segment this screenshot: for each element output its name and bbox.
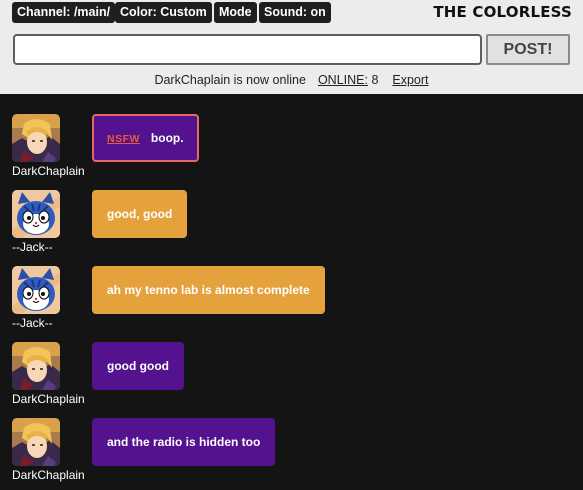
message-input[interactable]	[13, 34, 482, 65]
chat-message: DarkChaplain good good	[0, 342, 583, 412]
message-username[interactable]: --Jack--	[12, 316, 53, 330]
message-bubble: good good	[92, 342, 184, 390]
anime-character-avatar-icon[interactable]	[12, 114, 60, 162]
message-bubble: good, good	[92, 190, 188, 238]
color-button[interactable]: Color: Custom	[115, 2, 212, 23]
status-line: DarkChaplain is now online ONLINE: 8 Expor…	[0, 73, 583, 87]
message-bubble: and the radio is hidden too	[92, 418, 276, 466]
online-users-link[interactable]: ONLINE:	[318, 73, 368, 87]
blue-cat-avatar-icon[interactable]	[12, 190, 60, 238]
channel-button[interactable]: Channel: /main/	[12, 2, 116, 23]
top-bar: Channel: /main/ Color: Custom Mode Sound…	[0, 0, 583, 94]
chat-message: DarkChaplain NSFW boop.	[0, 114, 583, 184]
message-bubble: NSFW boop.	[92, 114, 199, 162]
sound-toggle[interactable]: Sound: on	[259, 2, 331, 23]
chat-message: DarkChaplain and the radio is hidden too	[0, 418, 583, 488]
message-text: ah my tenno lab is almost complete	[107, 283, 310, 297]
chat-message: --Jack-- ah my tenno lab is almost compl…	[0, 266, 583, 336]
anime-character-avatar-icon[interactable]	[12, 418, 60, 466]
message-username[interactable]: --Jack--	[12, 240, 53, 254]
blue-cat-avatar-icon[interactable]	[12, 266, 60, 314]
chat-message: --Jack-- good, good	[0, 190, 583, 260]
export-link[interactable]: Export	[392, 73, 428, 87]
site-brand: THE COLORLESS	[433, 3, 572, 21]
nsfw-tag[interactable]: NSFW	[107, 133, 140, 145]
message-username[interactable]: DarkChaplain	[12, 392, 85, 406]
anime-character-avatar-icon[interactable]	[12, 342, 60, 390]
message-username[interactable]: DarkChaplain	[12, 468, 85, 482]
message-text: boop.	[150, 131, 184, 145]
status-text: DarkChaplain is now online	[154, 73, 306, 87]
message-bubble: ah my tenno lab is almost complete	[92, 266, 325, 314]
message-text: good, good	[107, 207, 173, 221]
message-text: good good	[107, 359, 169, 373]
message-text: and the radio is hidden too	[107, 435, 261, 449]
post-button[interactable]: POST!	[486, 34, 570, 65]
message-username[interactable]: DarkChaplain	[12, 164, 85, 178]
mode-button[interactable]: Mode	[214, 2, 257, 23]
online-count: 8	[371, 73, 379, 87]
